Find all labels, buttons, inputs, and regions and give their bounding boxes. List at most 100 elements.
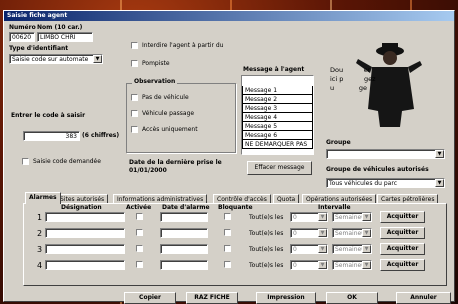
acquitter-button[interactable]: Acquitter <box>380 211 425 223</box>
code-hint: (6 chiffres) <box>82 132 120 139</box>
chevron-down-icon[interactable]: ▼ <box>362 213 371 221</box>
message-list[interactable]: Message 1 Message 2 Message 3 Message 4 Mess… <box>241 75 314 155</box>
observation-title: Observation <box>132 78 178 85</box>
type-identifiant-value: Saisie code sur automate <box>12 56 89 63</box>
photo-caption: Dou er ici p gez u ge <box>330 66 376 92</box>
alarm-unit-select[interactable]: Semaine(s) ▼ <box>332 244 372 254</box>
groupe-vehicules-select[interactable]: Tous véhicules du parc ▼ <box>326 178 445 188</box>
header-bloquante: Bloquante <box>218 204 253 211</box>
ok-button[interactable]: OK <box>326 292 378 304</box>
pas-vehicule-checkbox[interactable] <box>131 94 138 101</box>
chevron-down-icon[interactable]: ▼ <box>362 229 371 237</box>
alarm-qty-select[interactable]: 0 ▼ <box>290 244 328 254</box>
agent-form-window: Saisie fiche agent Numéro Nom (10 car.) … <box>3 10 455 304</box>
chevron-down-icon[interactable]: ▼ <box>318 245 327 253</box>
alarm-date-input[interactable] <box>160 244 208 254</box>
derniere-prise-label: Date de la dernière prise le <box>129 159 222 166</box>
numero-input[interactable]: 00620 <box>9 32 35 42</box>
vehicule-passage-label: Véhicule passage <box>142 110 195 117</box>
pompiste-checkbox[interactable] <box>131 60 138 67</box>
message-list-item[interactable]: Message 4 <box>242 113 313 122</box>
header-activee: Activée <box>126 204 152 211</box>
alarm-activee-checkbox[interactable] <box>136 213 143 220</box>
message-list-item[interactable]: NE DEMARQUER PAS <box>242 140 313 149</box>
alarm-activee-checkbox[interactable] <box>136 245 143 252</box>
alarm-qty-value: 0 <box>293 230 297 237</box>
alarm-bloquante-checkbox[interactable] <box>224 213 231 220</box>
chevron-down-icon[interactable]: ▼ <box>362 245 371 253</box>
groupe-select[interactable]: ▼ <box>326 149 445 159</box>
chevron-down-icon[interactable]: ▼ <box>318 229 327 237</box>
chevron-down-icon[interactable]: ▼ <box>435 179 444 187</box>
acces-uniquement-label: Accès uniquement <box>142 126 198 133</box>
chevron-down-icon[interactable]: ▼ <box>362 261 371 269</box>
alarm-unit-select[interactable]: Semaine(s) ▼ <box>332 260 372 270</box>
alarm-unit-select[interactable]: Semaine(s) ▼ <box>332 212 372 222</box>
message-list-item[interactable]: Message 1 <box>242 86 313 95</box>
alarm-designation-input[interactable] <box>45 244 125 254</box>
derniere-prise-value: 01/01/2000 <box>129 167 167 174</box>
raz-fiche-button[interactable]: RAZ FICHE <box>186 292 238 304</box>
pompiste-label: Pompiste <box>142 60 170 67</box>
type-identifiant-select[interactable]: Saisie code sur automate ▼ <box>9 54 103 64</box>
alarm-date-input[interactable] <box>160 212 208 222</box>
saisie-demandee-label: Saisie code demandée <box>33 158 101 165</box>
impression-button[interactable]: Impression <box>256 292 316 304</box>
alarm-qty-value: 0 <box>293 214 297 221</box>
header-date: Date d'alarme <box>162 204 210 211</box>
message-title: Message à l'agent <box>243 66 305 73</box>
effacer-message-button[interactable]: Effacer message <box>247 161 312 175</box>
alarm-qty-select[interactable]: 0 ▼ <box>290 260 328 270</box>
alarm-bloquante-checkbox[interactable] <box>224 245 231 252</box>
alarm-toutes-label: Tout(e)s les <box>249 246 284 253</box>
nom-label: Nom (10 car.) <box>37 24 83 31</box>
saisie-demandee-checkbox[interactable] <box>22 158 29 165</box>
acquitter-button[interactable]: Acquitter <box>380 243 425 255</box>
alarm-toutes-label: Tout(e)s les <box>249 230 284 237</box>
alarm-bloquante-checkbox[interactable] <box>224 229 231 236</box>
acces-uniquement-checkbox[interactable] <box>131 126 138 133</box>
message-list-item[interactable]: Message 5 <box>242 122 313 131</box>
acquitter-button[interactable]: Acquitter <box>380 227 425 239</box>
alarm-date-input[interactable] <box>160 260 208 270</box>
alarm-activee-checkbox[interactable] <box>136 261 143 268</box>
alarm-row-number: 3 <box>37 245 43 254</box>
numero-label: Numéro <box>9 24 36 31</box>
acquitter-button[interactable]: Acquitter <box>380 259 425 271</box>
groupe-vehicules-value: Tous véhicules du parc <box>329 180 397 187</box>
groupe-label: Groupe <box>326 139 351 146</box>
copier-button[interactable]: Copier <box>124 292 176 304</box>
groupe-vehicules-label: Groupe de véhicules autorisés <box>326 166 429 173</box>
message-list-item[interactable]: Message 3 <box>242 104 313 113</box>
code-label: Entrer le code à saisir <box>11 112 86 119</box>
alarm-designation-input[interactable] <box>45 228 125 238</box>
alarm-qty-value: 0 <box>293 262 297 269</box>
alarm-date-input[interactable] <box>160 228 208 238</box>
alarm-toutes-label: Tout(e)s les <box>249 262 284 269</box>
type-identifiant-label: Type d'identifiant <box>9 45 69 52</box>
chevron-down-icon[interactable]: ▼ <box>93 55 102 63</box>
message-list-blank <box>242 76 313 86</box>
alarm-bloquante-checkbox[interactable] <box>224 261 231 268</box>
tab-0[interactable]: Alarmes <box>25 192 61 204</box>
nom-input[interactable]: LIMBO CHRI <box>37 32 93 42</box>
alarm-qty-select[interactable]: 0 ▼ <box>290 212 328 222</box>
alarm-qty-select[interactable]: 0 ▼ <box>290 228 328 238</box>
alarm-row-number: 4 <box>37 261 43 270</box>
alarm-unit-select[interactable]: Semaine(s) ▼ <box>332 228 372 238</box>
vehicule-passage-checkbox[interactable] <box>131 110 138 117</box>
annuler-button[interactable]: Annuler <box>396 292 451 304</box>
chevron-down-icon[interactable]: ▼ <box>318 213 327 221</box>
alarm-designation-input[interactable] <box>45 212 125 222</box>
message-list-item[interactable]: Message 2 <box>242 95 313 104</box>
chevron-down-icon[interactable]: ▼ <box>435 150 444 158</box>
message-list-item[interactable]: Message 6 <box>242 131 313 140</box>
alarm-row-number: 1 <box>37 213 43 222</box>
code-input[interactable]: 383 <box>23 131 80 141</box>
alarm-activee-checkbox[interactable] <box>136 229 143 236</box>
chevron-down-icon[interactable]: ▼ <box>318 261 327 269</box>
alarm-designation-input[interactable] <box>45 260 125 270</box>
alarm-row-number: 2 <box>37 229 43 238</box>
interdire-checkbox[interactable] <box>131 42 138 49</box>
header-designation: Désignation <box>61 204 102 211</box>
